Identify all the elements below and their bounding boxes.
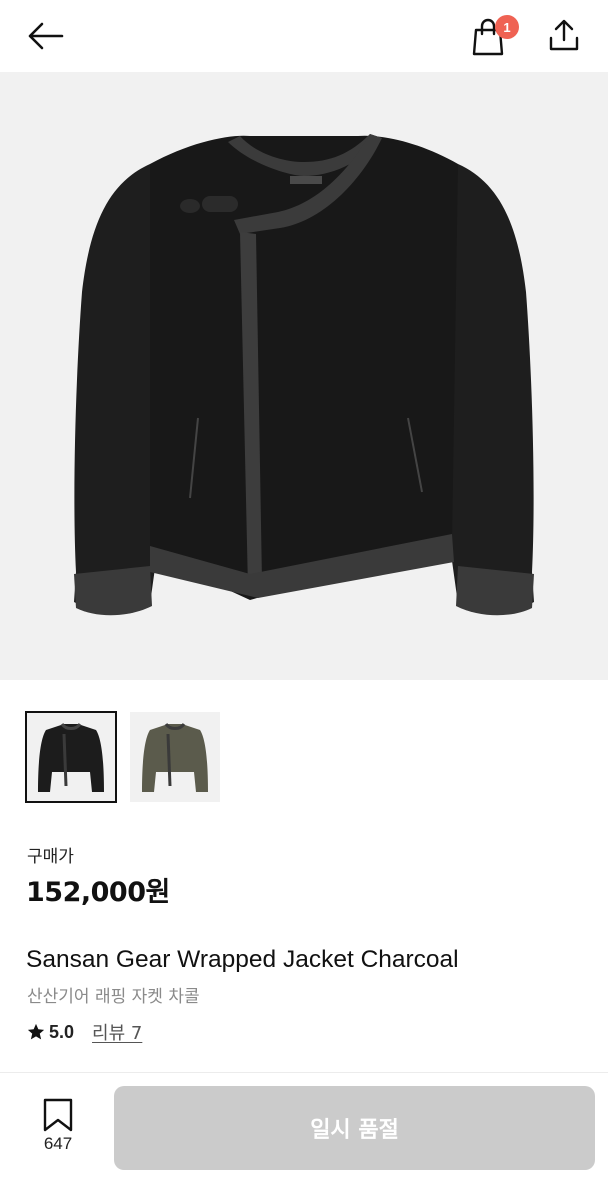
review-link[interactable]: 리뷰 7 xyxy=(92,1019,142,1045)
share-button[interactable] xyxy=(540,12,588,58)
cart-count-badge: 1 xyxy=(495,15,519,39)
product-price: 152,000원 xyxy=(26,877,170,908)
olive-jacket-image xyxy=(142,723,208,792)
price-label: 구매가 xyxy=(27,847,74,867)
rating-value: 5.0 xyxy=(49,1021,75,1042)
thumbnail-strip xyxy=(25,711,220,803)
cart-button[interactable]: 1 xyxy=(466,12,519,58)
top-bar: 1 xyxy=(0,0,608,72)
wishlist-button[interactable]: 647 xyxy=(30,1094,86,1160)
olive-jacket-thumbnail[interactable] xyxy=(130,712,220,802)
charcoal-jacket-thumbnail[interactable] xyxy=(25,711,117,803)
sold-out-button[interactable]: 일시 품절 xyxy=(114,1086,595,1170)
rating-row: 5.0 리뷰 7 xyxy=(27,1019,142,1045)
share-icon xyxy=(549,19,579,51)
star-icon xyxy=(27,1023,45,1040)
charcoal-jacket-image xyxy=(38,723,104,792)
product-title-korean: 산산기어 래핑 자켓 차콜 xyxy=(27,987,200,1007)
jacket-illustration xyxy=(74,134,534,616)
footer-divider xyxy=(0,1072,608,1073)
wishlist-count: 647 xyxy=(43,1134,73,1153)
back-button[interactable] xyxy=(22,14,68,58)
bookmark-icon xyxy=(43,1098,73,1132)
product-title-english: Sansan Gear Wrapped Jacket Charcoal xyxy=(26,946,459,973)
product-main-image[interactable] xyxy=(0,72,608,680)
arrow-left-icon xyxy=(28,22,64,50)
